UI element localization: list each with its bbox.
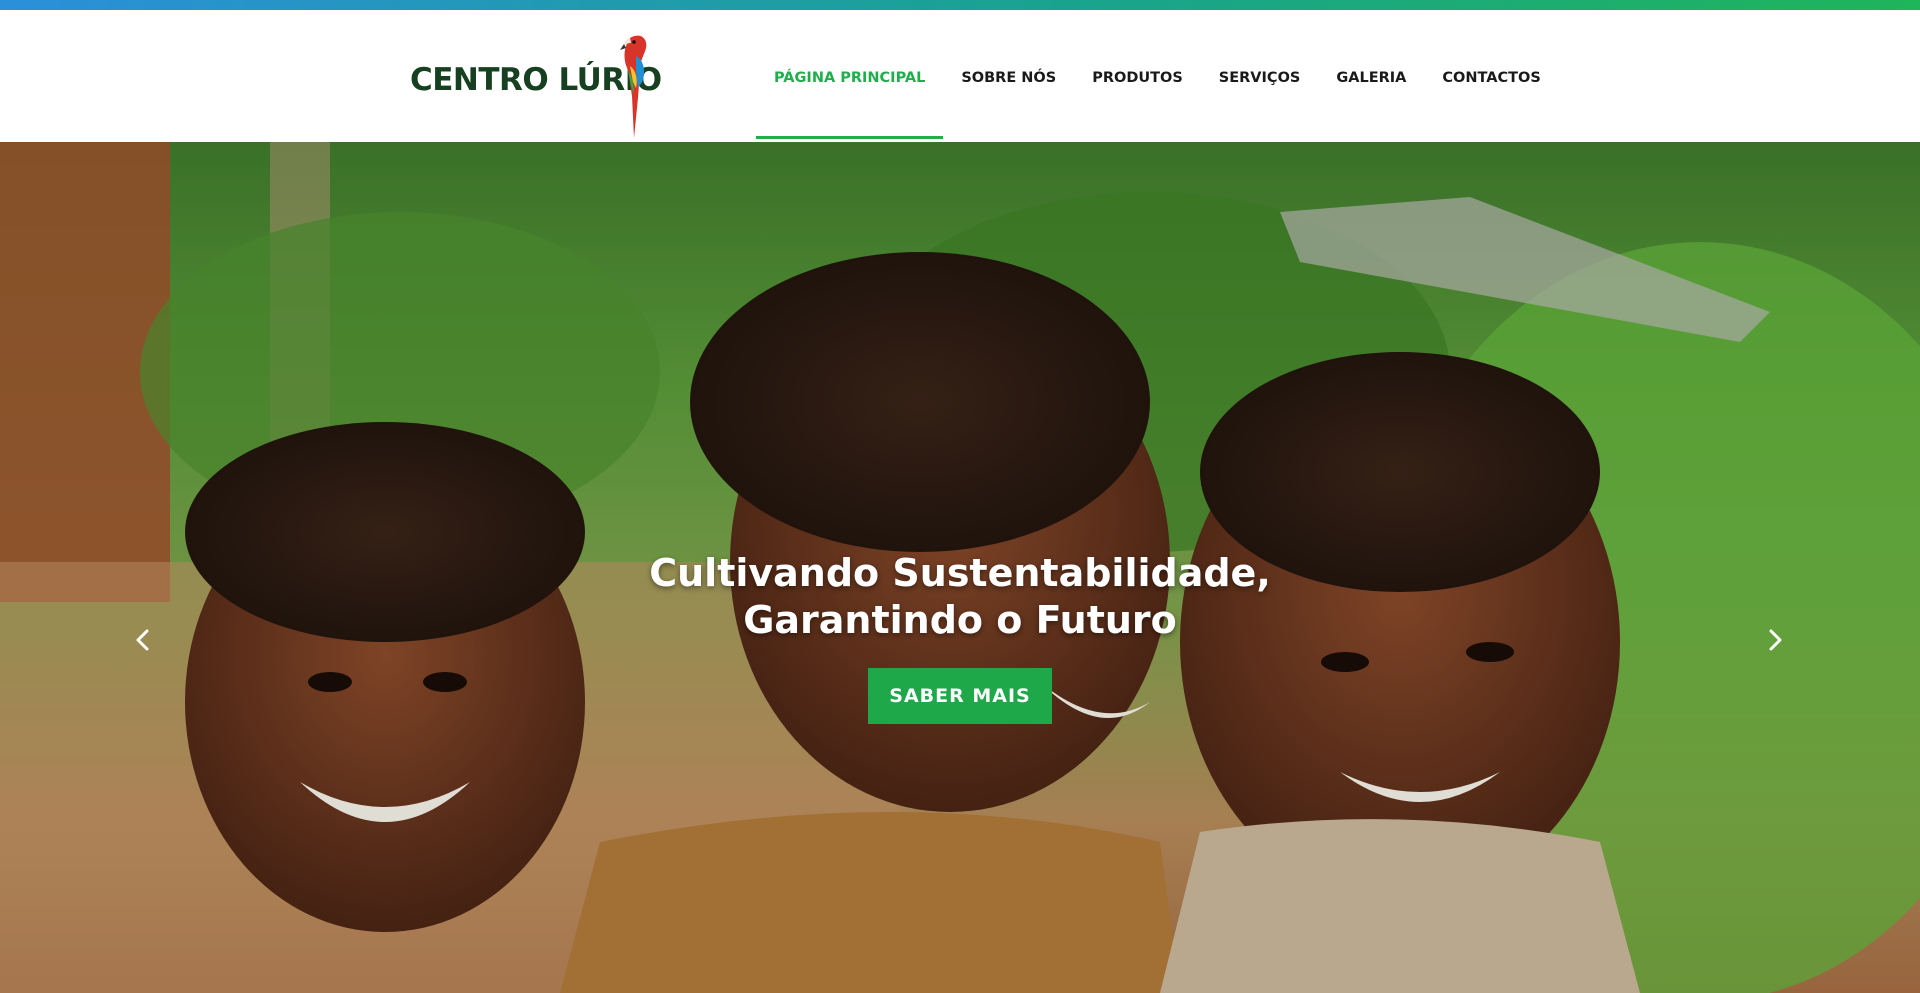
hero-title: Cultivando Sustentabilidade, Garantindo … <box>560 550 1360 644</box>
saber-mais-button[interactable]: SABER MAIS <box>868 668 1052 724</box>
nav-item-contactos[interactable]: CONTACTOS <box>1424 20 1558 136</box>
nav-item-servicos[interactable]: SERVIÇOS <box>1201 20 1319 136</box>
hero-title-line-2: Garantindo o Futuro <box>743 598 1177 642</box>
hero-slider: Cultivando Sustentabilidade, Garantindo … <box>0 142 1920 993</box>
top-accent-strip <box>0 0 1920 10</box>
chevron-left-icon <box>136 629 149 651</box>
parrot-logo-icon <box>620 35 647 138</box>
nav-item-sobre-nos[interactable]: SOBRE NÓS <box>943 20 1074 136</box>
carousel-next-button[interactable] <box>1760 620 1790 660</box>
carousel-prev-button[interactable] <box>128 620 158 660</box>
site-header: CENTRO LÚRIO PÁGINA PRINCIPAL SOBRE NÓS … <box>0 10 1920 142</box>
chevron-right-icon <box>1769 629 1782 651</box>
hero-title-line-1: Cultivando Sustentabilidade, <box>649 551 1271 595</box>
nav-item-galeria[interactable]: GALERIA <box>1318 20 1424 136</box>
nav-item-pagina-principal[interactable]: PÁGINA PRINCIPAL <box>756 20 944 139</box>
logo[interactable]: CENTRO LÚRIO <box>410 26 662 146</box>
nav-item-produtos[interactable]: PRODUTOS <box>1074 20 1201 136</box>
main-nav: PÁGINA PRINCIPAL SOBRE NÓS PRODUTOS SERV… <box>756 20 1559 152</box>
